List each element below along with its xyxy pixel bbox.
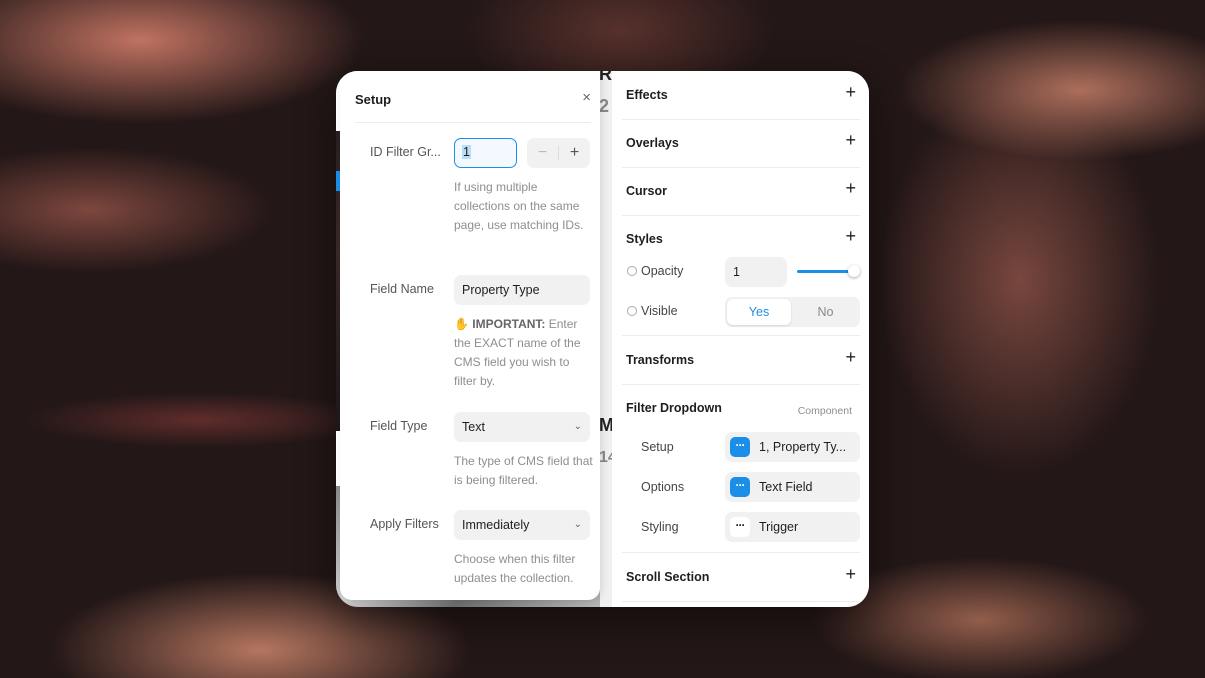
section-transforms[interactable]: Transforms + bbox=[622, 336, 860, 385]
apply-filters-label: Apply Filters bbox=[370, 517, 439, 531]
id-filter-label: ID Filter Gr... bbox=[370, 145, 441, 159]
field-name-help: ✋ IMPORTANT: Enter the EXACT name of the… bbox=[454, 317, 581, 388]
decrement-button[interactable]: − bbox=[527, 138, 558, 168]
opacity-input[interactable]: 1 bbox=[725, 257, 787, 287]
styling-prop-label: Styling bbox=[641, 520, 679, 534]
apply-filters-help: Choose when this filter updates the coll… bbox=[454, 552, 576, 585]
id-filter-input[interactable]: 1 bbox=[454, 138, 517, 168]
section-cursor[interactable]: Cursor + bbox=[622, 167, 860, 216]
field-type-help: The type of CMS field that is being filt… bbox=[454, 454, 593, 487]
id-filter-help: If using multiple collections on the sam… bbox=[454, 180, 584, 232]
plus-icon[interactable]: + bbox=[845, 178, 856, 199]
field-type-label: Field Type bbox=[370, 419, 428, 433]
more-icon: ··· bbox=[730, 517, 750, 537]
component-badge: Component bbox=[797, 405, 852, 417]
setup-prop-label: Setup bbox=[641, 440, 674, 454]
field-type-select[interactable]: Text ⌄ bbox=[454, 412, 590, 442]
apply-filters-select[interactable]: Immediately ⌄ bbox=[454, 510, 590, 540]
canvas-letter: 2 bbox=[599, 96, 610, 116]
properties-panel: Effects + Overlays + Cursor + Styles + O… bbox=[612, 71, 869, 607]
plus-icon[interactable]: + bbox=[845, 226, 856, 247]
opacity-label: Opacity bbox=[641, 264, 684, 278]
options-prop-label: Options bbox=[641, 480, 685, 494]
field-name-input[interactable]: Property Type bbox=[454, 275, 590, 305]
opacity-toggle-icon[interactable] bbox=[627, 266, 637, 276]
important-label: IMPORTANT: bbox=[472, 317, 546, 331]
close-icon[interactable]: × bbox=[582, 89, 591, 106]
more-icon: ··· bbox=[730, 477, 750, 497]
id-filter-stepper: − + bbox=[527, 138, 590, 168]
visible-label: Visible bbox=[641, 304, 678, 318]
setup-popup: Setup × ID Filter Gr... 1 − + If using m… bbox=[340, 71, 600, 600]
popup-header: Setup × bbox=[355, 88, 591, 123]
setup-prop-field[interactable]: ··· 1, Property Ty... bbox=[725, 432, 860, 462]
popup-title: Setup bbox=[355, 92, 392, 107]
visible-toggle-icon[interactable] bbox=[627, 306, 637, 316]
opacity-slider-track[interactable] bbox=[797, 270, 854, 273]
increment-button[interactable]: + bbox=[559, 138, 590, 168]
visible-segmented-control: Yes No bbox=[725, 297, 860, 327]
visible-no-option[interactable]: No bbox=[793, 299, 858, 325]
editor-window: R 2 M 14 Setup × ID Filter Gr... 1 − + I… bbox=[336, 71, 869, 607]
chevron-down-icon: ⌄ bbox=[573, 519, 582, 530]
plus-icon[interactable]: + bbox=[845, 130, 856, 151]
plus-icon[interactable]: + bbox=[845, 564, 856, 585]
styling-prop-field[interactable]: ··· Trigger bbox=[725, 512, 860, 542]
plus-icon[interactable]: + bbox=[845, 347, 856, 368]
canvas-letter: R bbox=[599, 71, 612, 84]
section-overlays[interactable]: Overlays + bbox=[622, 119, 860, 168]
plus-icon[interactable]: + bbox=[845, 82, 856, 103]
section-scroll-section[interactable]: Scroll Section + bbox=[622, 553, 860, 602]
more-icon: ··· bbox=[730, 437, 750, 457]
visible-yes-option[interactable]: Yes bbox=[727, 299, 791, 325]
chevron-down-icon: ⌄ bbox=[573, 421, 582, 432]
options-prop-field[interactable]: ··· Text Field bbox=[725, 472, 860, 502]
raised-hand-icon: ✋ bbox=[454, 317, 469, 331]
opacity-slider-handle[interactable] bbox=[848, 265, 860, 277]
section-effects[interactable]: Effects + bbox=[622, 71, 860, 120]
field-name-label: Field Name bbox=[370, 282, 434, 296]
